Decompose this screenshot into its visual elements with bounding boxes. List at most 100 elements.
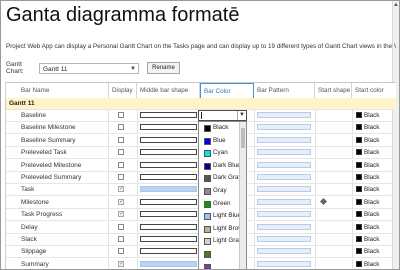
group-row[interactable]: Gantt 11	[6, 98, 396, 110]
start-color-cell[interactable]: Black	[352, 259, 396, 269]
bar-color-combobox[interactable]: ▼	[198, 110, 247, 121]
middle-bar-shape-cell[interactable]	[137, 196, 201, 208]
start-shape-cell[interactable]	[315, 258, 353, 269]
middle-bar-shape-cell[interactable]	[137, 172, 201, 183]
display-checkbox[interactable]	[118, 184, 124, 195]
gantt-chart-select[interactable]: Gantt 11 ▼	[39, 62, 139, 74]
color-swatch	[204, 150, 211, 158]
scroll-up-icon[interactable]: ▲	[393, 1, 399, 9]
start-shape-cell[interactable]	[315, 246, 353, 258]
start-shape-cell[interactable]	[315, 159, 353, 171]
rename-button[interactable]: Rename	[147, 62, 180, 74]
bar-pattern-cell[interactable]	[254, 159, 316, 171]
display-checkbox[interactable]	[118, 236, 124, 242]
display-checkbox[interactable]	[118, 209, 124, 220]
bar-name-cell: Summary	[6, 258, 109, 269]
middle-bar-shape-cell[interactable]	[137, 258, 201, 269]
col-header-start-color[interactable]: Start color	[352, 83, 396, 99]
middle-bar-shape-preview	[140, 211, 197, 218]
start-color-cell[interactable]: Black	[352, 234, 396, 245]
bar-pattern-cell[interactable]	[254, 246, 316, 258]
display-checkbox[interactable]	[118, 174, 124, 180]
gantt-chart-selected-value: Gantt 11	[43, 65, 68, 73]
bar-pattern-cell[interactable]	[254, 234, 316, 245]
display-cell	[109, 246, 138, 258]
start-color-cell[interactable]: Black	[352, 122, 396, 133]
start-shape-cell[interactable]	[315, 110, 353, 121]
bar-pattern-cell[interactable]	[254, 221, 316, 233]
start-shape-cell[interactable]	[315, 122, 353, 134]
bar-pattern-cell[interactable]	[254, 110, 316, 121]
dropdown-scroll-thumb[interactable]	[241, 128, 245, 148]
start-color-cell[interactable]: Black	[352, 184, 396, 195]
color-swatch	[204, 250, 211, 258]
start-color-cell[interactable]: Black	[352, 197, 396, 208]
middle-bar-shape-cell[interactable]	[137, 184, 201, 196]
col-header-bar-name[interactable]: Bar Name	[6, 83, 109, 99]
bar-pattern-cell[interactable]	[254, 122, 316, 134]
middle-bar-shape-cell[interactable]	[137, 147, 201, 159]
middle-bar-shape-cell[interactable]	[137, 221, 201, 233]
col-header-start-shape[interactable]: Start shape	[315, 83, 352, 99]
display-checkbox[interactable]	[118, 112, 124, 118]
start-shape-cell[interactable]	[315, 234, 353, 245]
dropdown-scrollbar[interactable]	[239, 122, 246, 269]
col-header-display[interactable]: Display	[109, 83, 137, 99]
bar-pattern-cell[interactable]	[254, 209, 316, 221]
display-checkbox[interactable]	[118, 259, 124, 269]
start-color-label: Black	[364, 260, 380, 268]
start-shape-cell[interactable]	[315, 184, 353, 196]
start-color-cell[interactable]: Black	[352, 209, 396, 220]
display-checkbox[interactable]	[118, 124, 124, 131]
chevron-down-icon[interactable]: ▼	[237, 111, 246, 120]
start-shape-cell[interactable]	[315, 172, 353, 183]
bar-pattern-cell[interactable]	[254, 196, 316, 208]
col-header-bar-pattern[interactable]: Bar Pattern	[254, 83, 315, 99]
start-shape-cell[interactable]	[315, 221, 353, 233]
bar-pattern-cell[interactable]	[254, 147, 316, 159]
start-color-cell[interactable]: Black	[352, 147, 396, 158]
start-color-cell[interactable]: Black	[352, 222, 396, 233]
bar-pattern-cell[interactable]	[254, 172, 316, 183]
start-shape-cell[interactable]	[315, 209, 353, 221]
display-checkbox[interactable]	[118, 161, 124, 168]
start-color-cell[interactable]: Black	[352, 160, 396, 171]
start-shape-cell[interactable]	[315, 147, 353, 159]
color-swatch	[204, 175, 211, 183]
middle-bar-shape-preview	[140, 248, 197, 255]
start-color-cell[interactable]: Black	[352, 246, 396, 257]
col-header-middle-bar-shape[interactable]: Middle bar shape	[137, 83, 200, 99]
middle-bar-shape-cell[interactable]	[137, 234, 201, 245]
color-swatch	[204, 187, 211, 195]
bar-pattern-cell[interactable]	[254, 134, 316, 146]
middle-bar-shape-cell[interactable]	[137, 122, 201, 134]
bar-pattern-cell[interactable]	[254, 258, 316, 269]
display-checkbox[interactable]	[118, 149, 124, 156]
display-checkbox[interactable]	[118, 248, 124, 255]
middle-bar-shape-cell[interactable]	[137, 110, 201, 121]
color-swatch	[204, 263, 211, 269]
middle-bar-shape-cell[interactable]	[137, 246, 201, 258]
col-header-bar-color[interactable]: Bar Color	[200, 83, 254, 99]
display-checkbox[interactable]	[118, 136, 124, 143]
bar-pattern-preview	[257, 260, 311, 267]
start-color-label: Black	[364, 186, 380, 194]
middle-bar-shape-cell[interactable]	[137, 209, 201, 221]
start-color-cell[interactable]: Black	[352, 172, 396, 183]
middle-bar-shape-preview	[140, 186, 197, 193]
color-swatch	[356, 112, 362, 118]
bar-color-dropdown-list[interactable]: Black Blue Cyan Dark Blue Dark Gray Gray Green…	[198, 121, 247, 269]
color-swatch	[356, 223, 362, 230]
start-color-label: Black	[364, 223, 380, 231]
bar-pattern-preview	[257, 112, 311, 118]
display-checkbox[interactable]	[118, 223, 124, 230]
start-shape-cell[interactable]	[315, 134, 353, 146]
display-checkbox[interactable]	[118, 197, 124, 208]
bar-pattern-cell[interactable]	[254, 184, 316, 196]
middle-bar-shape-cell[interactable]	[137, 134, 201, 146]
bar-pattern-preview	[257, 236, 311, 242]
start-color-cell[interactable]: Black	[352, 110, 396, 121]
middle-bar-shape-cell[interactable]	[137, 159, 201, 171]
start-shape-cell[interactable]	[315, 196, 353, 208]
start-color-cell[interactable]: Black	[352, 135, 396, 146]
